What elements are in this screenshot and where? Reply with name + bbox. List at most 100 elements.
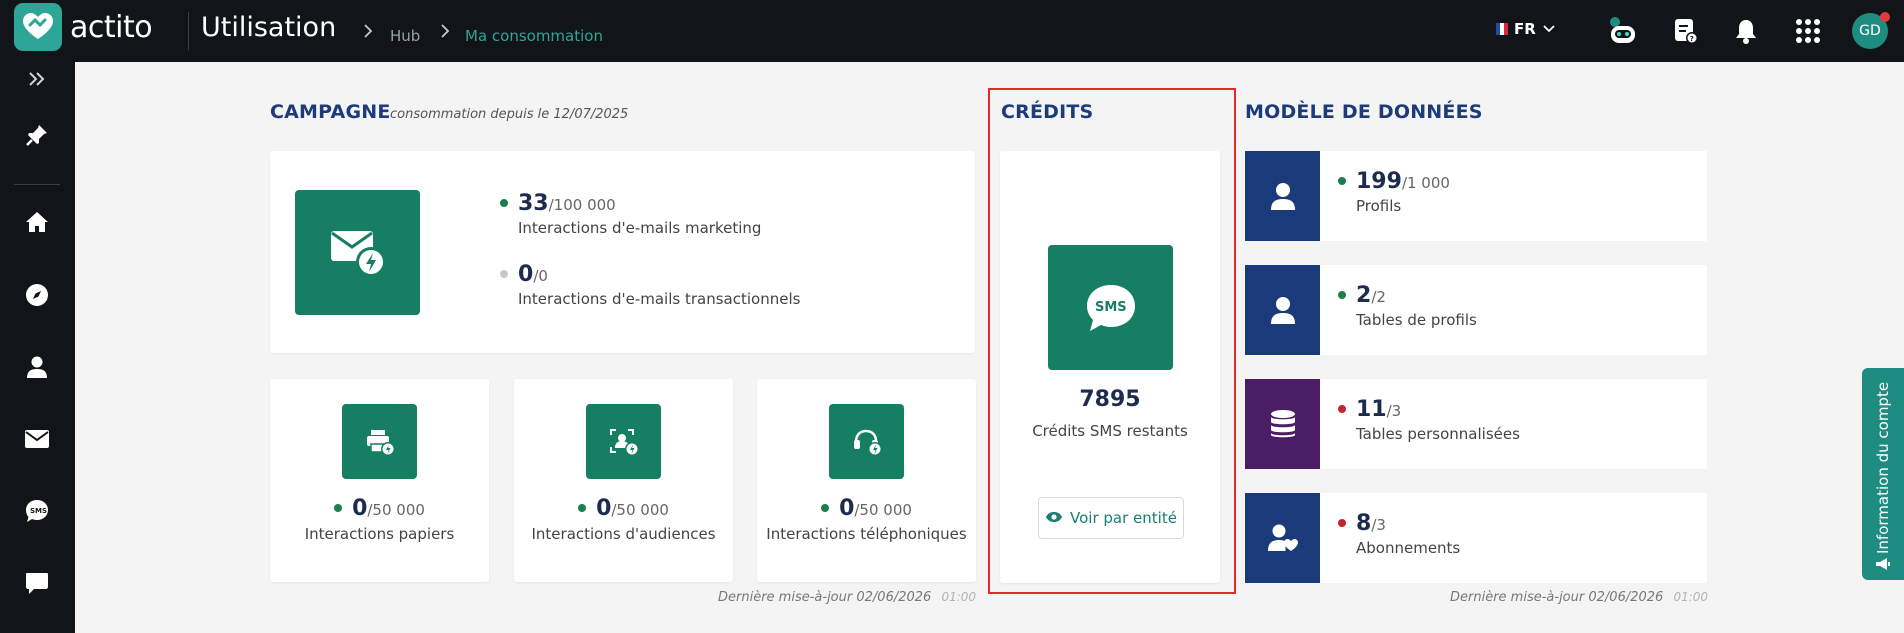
audience-scan-icon — [586, 404, 661, 479]
stat-limit: /50 000 — [611, 501, 669, 519]
status-dot — [1338, 404, 1346, 413]
phone-stat: 0/50 000 Interactions téléphoniques — [757, 496, 976, 543]
stat-label: Interactions d'audiences — [531, 525, 716, 543]
stat-limit: /1 000 — [1401, 174, 1450, 192]
page-title: Utilisation — [201, 12, 337, 43]
last-update-label: Dernière mise-à-jour — [718, 590, 853, 605]
status-dot — [500, 198, 508, 207]
expand-chevrons-icon[interactable] — [22, 64, 52, 94]
stat-value: 11 — [1356, 397, 1387, 422]
user-icon[interactable] — [22, 352, 52, 382]
stat-label: Interactions d'e-mails marketing — [518, 219, 762, 237]
sms-credits-value: 7895 — [1079, 387, 1141, 412]
last-update-date: 02/06/2026 — [1588, 590, 1664, 605]
status-dot — [578, 503, 587, 512]
transactional-email-stat: 0/0 Interactions d'e-mails transactionne… — [500, 262, 800, 308]
actito-logo-icon[interactable] — [14, 3, 62, 51]
breadcrumb-hub-link[interactable]: Hub — [390, 27, 420, 45]
phone-headset-icon — [829, 404, 904, 479]
chat-icon[interactable] — [22, 568, 52, 598]
custom-tables-stat: 11/3 Tables personnalisées — [1338, 397, 1520, 443]
email-interactions-card: 33/100 000 Interactions d'e-mails market… — [270, 151, 975, 353]
stat-limit: /100 000 — [548, 196, 616, 214]
compass-icon[interactable] — [22, 280, 52, 310]
top-divider — [188, 12, 189, 50]
paper-interactions-card: 0/50 000 Interactions papiers — [270, 379, 489, 582]
stat-limit: /3 — [1386, 402, 1402, 420]
stat-limit: /0 — [533, 267, 548, 285]
stat-value: 0 — [352, 496, 368, 521]
sms-icon[interactable]: SMS — [22, 496, 52, 526]
stat-value: 0 — [518, 262, 534, 287]
audience-interactions-card: 0/50 000 Interactions d'audiences — [514, 379, 733, 582]
account-info-tab-label: Information du compte — [1874, 381, 1892, 554]
sms-credits-card: SMS 7895 Crédits SMS restants Voir par e… — [1000, 151, 1220, 583]
notification-bell-icon[interactable] — [1729, 14, 1763, 48]
profile-user-icon — [1245, 265, 1320, 355]
avatar[interactable]: GD — [1852, 12, 1890, 49]
status-dot — [1338, 518, 1346, 527]
stat-value: 2 — [1356, 283, 1372, 308]
marketing-email-stat: 33/100 000 Interactions d'e-mails market… — [500, 191, 761, 237]
subscriptions-card: 8/3 Abonnements — [1245, 493, 1707, 583]
stat-value: 8 — [1356, 511, 1372, 536]
sms-credits-label: Crédits SMS restants — [1032, 422, 1188, 440]
view-by-entity-button[interactable]: Voir par entité — [1038, 497, 1184, 539]
robot-assistant-icon[interactable] — [1606, 14, 1640, 48]
campagne-subtitle: consommation depuis le 12/07/2025 — [390, 107, 629, 122]
email-icon[interactable] — [22, 424, 52, 454]
stat-value: 33 — [518, 191, 549, 216]
stat-value: 0 — [839, 496, 855, 521]
status-dot — [334, 503, 343, 512]
apps-grid-icon[interactable] — [1791, 14, 1825, 48]
language-label: FR — [1514, 20, 1536, 38]
stat-limit: /50 000 — [367, 501, 425, 519]
data-model-title: MODÈLE DE DONNÉES — [1245, 101, 1483, 123]
last-update-label: Dernière mise-à-jour — [1450, 590, 1585, 605]
top-bar: actito Utilisation Hub Ma consommation F… — [0, 0, 1904, 62]
stat-label: Interactions papiers — [304, 525, 455, 543]
eye-icon — [1045, 509, 1063, 527]
last-update-date: 02/06/2026 — [856, 590, 932, 605]
stat-value: 199 — [1356, 169, 1402, 194]
stat-label: Interactions d'e-mails transactionnels — [518, 290, 801, 308]
profile-user-icon — [1245, 151, 1320, 241]
breadcrumb-chevron-icon — [440, 24, 450, 42]
user-heart-icon — [1245, 493, 1320, 583]
credits-title: CRÉDITS — [1001, 101, 1094, 123]
france-flag-icon — [1496, 23, 1508, 35]
stat-limit: /3 — [1371, 516, 1386, 534]
help-document-icon[interactable]: ? — [1669, 14, 1703, 48]
pin-icon[interactable] — [22, 120, 52, 150]
email-lightning-icon — [295, 190, 420, 315]
database-icon — [1245, 379, 1320, 469]
stat-value: 0 — [596, 496, 612, 521]
campagne-last-update: Dernière mise-à-jour 02/06/2026 01:00 — [718, 590, 976, 605]
profile-tables-card: 2/2 Tables de profils — [1245, 265, 1707, 355]
stat-limit: /2 — [1371, 288, 1386, 306]
status-dot — [1338, 176, 1346, 185]
stat-label: Interactions téléphoniques — [766, 525, 967, 543]
stat-label: Abonnements — [1356, 539, 1461, 557]
stat-limit: /50 000 — [854, 501, 912, 519]
paper-print-icon — [342, 404, 417, 479]
language-selector[interactable]: FR — [1496, 20, 1556, 38]
sidebar-divider — [14, 184, 60, 185]
stat-label: Tables de profils — [1356, 311, 1477, 329]
profiles-stat: 199/1 000 Profils — [1338, 169, 1450, 215]
last-update-time: 01:00 — [1673, 590, 1709, 604]
avatar-notification-dot — [1880, 12, 1890, 22]
subscriptions-stat: 8/3 Abonnements — [1338, 511, 1460, 557]
account-info-tab[interactable]: Information du compte — [1862, 368, 1904, 580]
svg-text:?: ? — [1690, 35, 1694, 43]
paper-stat: 0/50 000 Interactions papiers — [270, 496, 489, 543]
profile-tables-stat: 2/2 Tables de profils — [1338, 283, 1477, 329]
profiles-card: 199/1 000 Profils — [1245, 151, 1707, 241]
svg-text:SMS: SMS — [1095, 300, 1127, 315]
svg-text:SMS: SMS — [30, 507, 47, 515]
chevron-down-icon — [1542, 20, 1556, 38]
avatar-initials: GD — [1859, 23, 1881, 39]
stat-label: Tables personnalisées — [1356, 425, 1520, 443]
custom-tables-card: 11/3 Tables personnalisées — [1245, 379, 1707, 469]
home-icon[interactable] — [22, 207, 52, 237]
